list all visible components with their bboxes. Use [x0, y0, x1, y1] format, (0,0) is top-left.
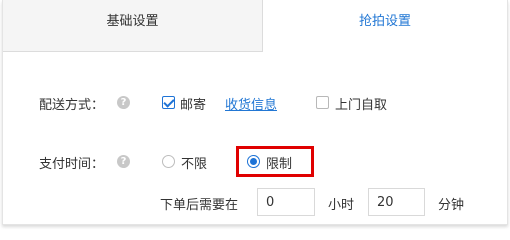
help-icon[interactable]: ? — [117, 155, 130, 168]
order-time-prefix: 下单后需要在 — [160, 198, 239, 213]
hours-input[interactable] — [257, 188, 315, 216]
tab-basic-settings[interactable]: 基础设置 — [3, 0, 263, 52]
settings-panel: 基础设置 抢拍设置 配送方式： ? 邮寄 收货信息 上门自取 支付时间： ? 不… — [2, 0, 508, 225]
pickup-option-label[interactable]: 上门自取 — [335, 94, 387, 113]
mail-option-label[interactable]: 邮寄 — [180, 94, 206, 113]
limited-radio[interactable] — [247, 155, 260, 168]
unlimited-option-label[interactable]: 不限 — [181, 153, 207, 172]
minutes-input[interactable] — [368, 188, 425, 216]
hours-unit: 小时 — [328, 198, 355, 213]
shipping-info-link[interactable]: 收货信息 — [225, 94, 277, 113]
limited-option-label[interactable]: 限制 — [266, 153, 292, 172]
unlimited-radio[interactable] — [162, 155, 175, 168]
pickup-checkbox[interactable] — [316, 96, 329, 109]
payment-time-label: 支付时间： — [39, 157, 105, 172]
mail-checkbox[interactable] — [162, 96, 175, 109]
delivery-method-label: 配送方式： — [39, 98, 105, 113]
help-icon[interactable]: ? — [117, 96, 130, 109]
tab-bar: 基础设置 抢拍设置 — [3, 0, 507, 52]
minutes-unit: 分钟 — [438, 198, 465, 213]
tab-flash-sale-settings[interactable]: 抢拍设置 — [263, 0, 507, 51]
delivery-row: 配送方式： ? 邮寄 收货信息 上门自取 — [3, 93, 507, 113]
